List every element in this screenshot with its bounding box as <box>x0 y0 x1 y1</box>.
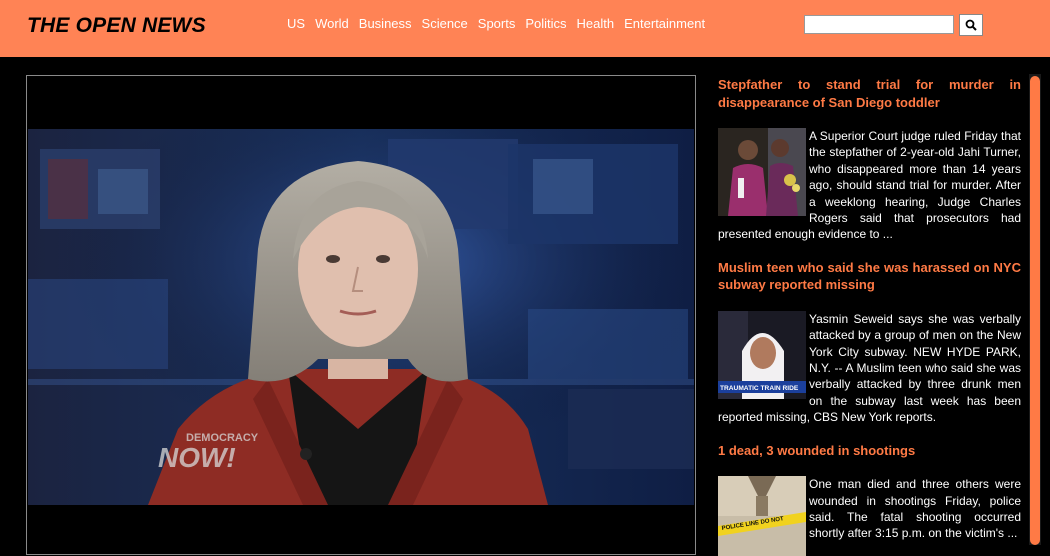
news-anchor-video-still: DEMOCRACY NOW! <box>28 129 694 505</box>
article-body: A Superior Court judge ruled Friday that… <box>718 128 1021 243</box>
video-frame-image: DEMOCRACY NOW! <box>28 129 694 505</box>
article-summary: One man died and three others were wound… <box>809 477 1021 541</box>
nav-item-us[interactable]: US <box>287 16 305 31</box>
news-sidebar: Stepfather to stand trial for murder in … <box>718 76 1021 556</box>
watermark-bottom-text: NOW! <box>158 442 236 473</box>
article-item: Stepfather to stand trial for murder in … <box>718 76 1021 243</box>
nav-item-science[interactable]: Science <box>422 16 468 31</box>
search-input[interactable] <box>804 15 954 34</box>
article-item: Muslim teen who said she was harassed on… <box>718 259 1021 426</box>
nav-item-health[interactable]: Health <box>577 16 615 31</box>
article-thumbnail[interactable] <box>718 128 806 216</box>
nav-item-world[interactable]: World <box>315 16 349 31</box>
nav-item-business[interactable]: Business <box>359 16 412 31</box>
protest-photo-image <box>718 128 806 216</box>
nav-item-entertainment[interactable]: Entertainment <box>624 16 705 31</box>
top-bar: THE OPEN NEWS US World Business Science … <box>0 0 1050 57</box>
news-interview-image: TRAUMATIC TRAIN RIDE <box>718 310 806 399</box>
nav-item-sports[interactable]: Sports <box>478 16 516 31</box>
article-thumbnail[interactable]: TRAUMATIC TRAIN RIDE <box>718 310 806 399</box>
article-headline[interactable]: 1 dead, 3 wounded in shootings <box>718 442 1021 460</box>
thumb-caption: TRAUMATIC TRAIN RIDE <box>720 385 799 392</box>
article-headline[interactable]: Muslim teen who said she was harassed on… <box>718 259 1021 294</box>
video-player[interactable]: DEMOCRACY NOW! <box>26 75 696 555</box>
scrollbar-thumb[interactable] <box>1030 76 1040 545</box>
article-thumbnail[interactable]: POLICE LINE DO NOT <box>718 476 806 556</box>
main-nav: US World Business Science Sports Politic… <box>287 16 705 31</box>
article-body: TRAUMATIC TRAIN RIDE Yasmin Seweid says … <box>718 310 1021 426</box>
article-headline[interactable]: Stepfather to stand trial for murder in … <box>718 76 1021 111</box>
search-button[interactable] <box>959 14 983 36</box>
search-icon <box>965 19 977 31</box>
site-logo[interactable]: THE OPEN NEWS <box>27 14 206 38</box>
nav-item-politics[interactable]: Politics <box>525 16 566 31</box>
article-body: POLICE LINE DO NOT One man died and thre… <box>718 476 1021 556</box>
crime-scene-image: POLICE LINE DO NOT <box>718 476 806 556</box>
sidebar-scrollbar[interactable] <box>1029 74 1041 545</box>
article-item: 1 dead, 3 wounded in shootings POLICE LI… <box>718 442 1021 556</box>
